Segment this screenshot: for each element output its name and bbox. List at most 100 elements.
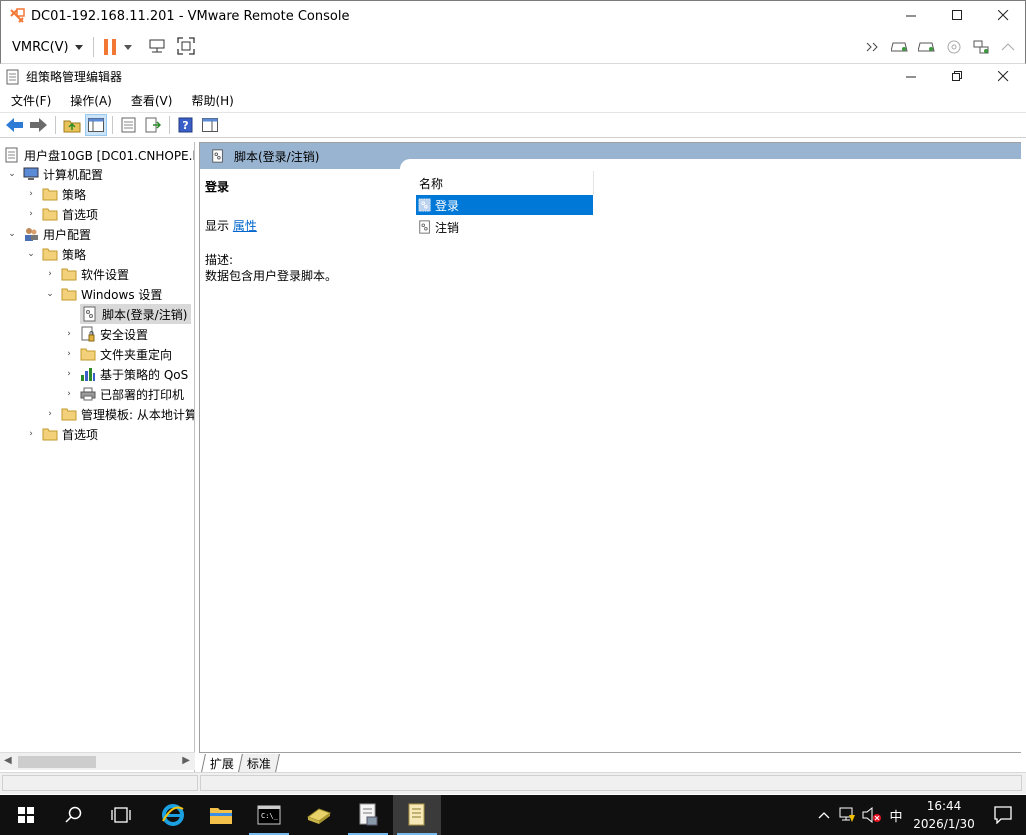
forward-button[interactable] bbox=[28, 114, 50, 136]
gpme-restore-button[interactable] bbox=[934, 64, 980, 89]
list-item-logoff[interactable]: 注销 bbox=[416, 217, 593, 237]
up-level-button[interactable] bbox=[61, 114, 83, 136]
chevron-down-icon bbox=[74, 44, 83, 50]
back-button[interactable] bbox=[4, 114, 26, 136]
tree-item-windows-settings[interactable]: ⌄ Windows 设置 bbox=[43, 284, 162, 304]
folder-icon bbox=[42, 428, 58, 441]
scroll-right-icon[interactable]: ▶ bbox=[182, 755, 190, 766]
volume-button[interactable] bbox=[860, 795, 884, 835]
tree-item-qos[interactable]: › 基于策略的 QoS bbox=[62, 364, 188, 384]
properties-link[interactable]: 属性 bbox=[233, 219, 257, 233]
cd-drive-button[interactable] bbox=[944, 37, 963, 56]
network-adapter-button[interactable] bbox=[971, 37, 990, 56]
send-ctrl-alt-del-button[interactable] bbox=[148, 38, 166, 57]
minimize-button[interactable] bbox=[888, 0, 934, 31]
tree-item-label: 文件夹重定向 bbox=[100, 347, 173, 362]
menu-file[interactable]: 文件(F) bbox=[0, 92, 59, 109]
scrollbar-thumb[interactable] bbox=[18, 756, 96, 768]
menu-help[interactable]: 帮助(H) bbox=[180, 92, 241, 109]
fullscreen-icon bbox=[176, 36, 195, 55]
tree-item-computer-policies[interactable]: › 策略 bbox=[24, 184, 86, 204]
tab-extended[interactable]: 扩展 bbox=[201, 754, 243, 772]
help-button[interactable]: ? bbox=[175, 114, 197, 136]
windows-logo-icon bbox=[18, 807, 34, 823]
tree-item-computer-config[interactable]: ⌄ 计算机配置 bbox=[5, 164, 103, 184]
vmrc-menu-button[interactable]: VMRC(V) bbox=[12, 40, 83, 55]
pause-icon bbox=[103, 39, 116, 55]
restore-icon bbox=[951, 71, 962, 81]
tree-item-label: 首选项 bbox=[62, 427, 99, 442]
collapsed-chevron-icon[interactable]: › bbox=[62, 369, 76, 379]
taskbar-group-policy-management[interactable] bbox=[344, 795, 392, 835]
tree-horizontal-scrollbar[interactable]: ◀ ▶ bbox=[0, 752, 195, 770]
hard-disk-2-button[interactable] bbox=[917, 37, 936, 56]
vmrc-toolbar: VMRC(V) bbox=[0, 31, 1026, 64]
tree-item-user-preferences[interactable]: › 首选项 bbox=[24, 424, 98, 444]
computer-icon bbox=[23, 167, 39, 180]
taskbar-group-policy-editor[interactable] bbox=[393, 795, 441, 835]
show-hidden-icons-button[interactable] bbox=[812, 795, 836, 835]
task-view-button[interactable] bbox=[97, 795, 145, 835]
network-status-button[interactable] bbox=[836, 795, 860, 835]
search-button[interactable] bbox=[50, 795, 98, 835]
collapsed-chevron-icon[interactable]: › bbox=[62, 329, 76, 339]
fullscreen-button[interactable] bbox=[176, 36, 195, 58]
expanded-chevron-icon[interactable]: ⌄ bbox=[5, 169, 19, 179]
collapsed-chevron-icon[interactable]: › bbox=[24, 189, 38, 199]
show-hide-action-pane-button[interactable] bbox=[199, 114, 221, 136]
tree-item-admin-templates[interactable]: › 管理模板: 从本地计算 bbox=[43, 404, 194, 424]
expanded-chevron-icon[interactable]: ⌄ bbox=[24, 249, 38, 259]
maximize-button[interactable] bbox=[934, 0, 980, 31]
gpme-close-button[interactable] bbox=[980, 64, 1026, 89]
collapse-toolbar-button[interactable] bbox=[998, 37, 1017, 56]
expanded-chevron-icon[interactable]: ⌄ bbox=[43, 289, 57, 299]
tree-item-scripts[interactable]: 脚本(登录/注销) bbox=[80, 304, 192, 324]
pause-button[interactable] bbox=[103, 39, 132, 55]
export-list-button[interactable] bbox=[142, 114, 164, 136]
column-header-name[interactable]: 名称 bbox=[414, 171, 594, 195]
tree-item-software-settings[interactable]: › 软件设置 bbox=[43, 264, 129, 284]
tree-item-label: 计算机配置 bbox=[43, 167, 104, 182]
collapsed-chevron-icon[interactable]: › bbox=[43, 269, 57, 279]
tree-item-deployed-printers[interactable]: › 已部署的打印机 bbox=[62, 384, 184, 404]
search-icon bbox=[65, 806, 82, 823]
collapsed-chevron-icon[interactable]: › bbox=[24, 429, 38, 439]
header-curve bbox=[400, 159, 1022, 169]
collapsed-chevron-icon[interactable]: › bbox=[62, 389, 76, 399]
collapsed-chevron-icon[interactable]: › bbox=[62, 349, 76, 359]
show-hide-tree-button[interactable] bbox=[85, 114, 107, 136]
taskbar-file-explorer[interactable] bbox=[197, 795, 245, 835]
scroll-left-icon[interactable]: ◀ bbox=[4, 755, 12, 766]
tree-item-user-config[interactable]: ⌄ 用户配置 bbox=[5, 224, 91, 244]
script-icon bbox=[83, 306, 96, 322]
action-center-button[interactable] bbox=[980, 795, 1026, 835]
close-button[interactable] bbox=[980, 0, 1026, 31]
input-method-indicator[interactable]: 中 bbox=[884, 795, 908, 835]
taskbar-server-manager[interactable] bbox=[295, 795, 343, 835]
tree-item-security-settings[interactable]: › 安全设置 bbox=[62, 324, 148, 344]
menu-view[interactable]: 查看(V) bbox=[120, 92, 181, 109]
tree-item-user-policies[interactable]: ⌄ 策略 bbox=[24, 244, 86, 264]
taskbar-internet-explorer[interactable] bbox=[149, 795, 197, 835]
tree-item-computer-preferences[interactable]: › 首选项 bbox=[24, 204, 98, 224]
more-devices-button[interactable] bbox=[863, 37, 882, 56]
tab-standard[interactable]: 标准 bbox=[238, 754, 280, 772]
details-header: 脚本(登录/注销) bbox=[200, 143, 1022, 169]
start-button[interactable] bbox=[2, 795, 50, 835]
server-manager-icon bbox=[306, 808, 332, 824]
list-item-label: 登录 bbox=[435, 198, 460, 213]
description-label: 描述: bbox=[205, 253, 234, 267]
collapsed-chevron-icon[interactable]: › bbox=[24, 209, 38, 219]
list-item-logon[interactable]: 登录 bbox=[416, 195, 593, 215]
tree-item-folder-redirection[interactable]: › 文件夹重定向 bbox=[62, 344, 172, 364]
clock[interactable]: 16:44 2026/1/30 bbox=[908, 797, 980, 833]
hard-disk-button[interactable] bbox=[890, 37, 909, 56]
expanded-chevron-icon[interactable]: ⌄ bbox=[5, 229, 19, 239]
tree-item-gpo-root[interactable]: 用户盘10GB [DC01.CNHOPE.l bbox=[2, 145, 194, 165]
svg-text:C:\_: C:\_ bbox=[261, 812, 279, 820]
gpme-minimize-button[interactable] bbox=[888, 64, 934, 89]
collapsed-chevron-icon[interactable]: › bbox=[43, 409, 57, 419]
properties-button[interactable] bbox=[118, 114, 140, 136]
taskbar-command-prompt[interactable]: C:\_ bbox=[245, 795, 293, 835]
menu-action[interactable]: 操作(A) bbox=[59, 92, 120, 109]
